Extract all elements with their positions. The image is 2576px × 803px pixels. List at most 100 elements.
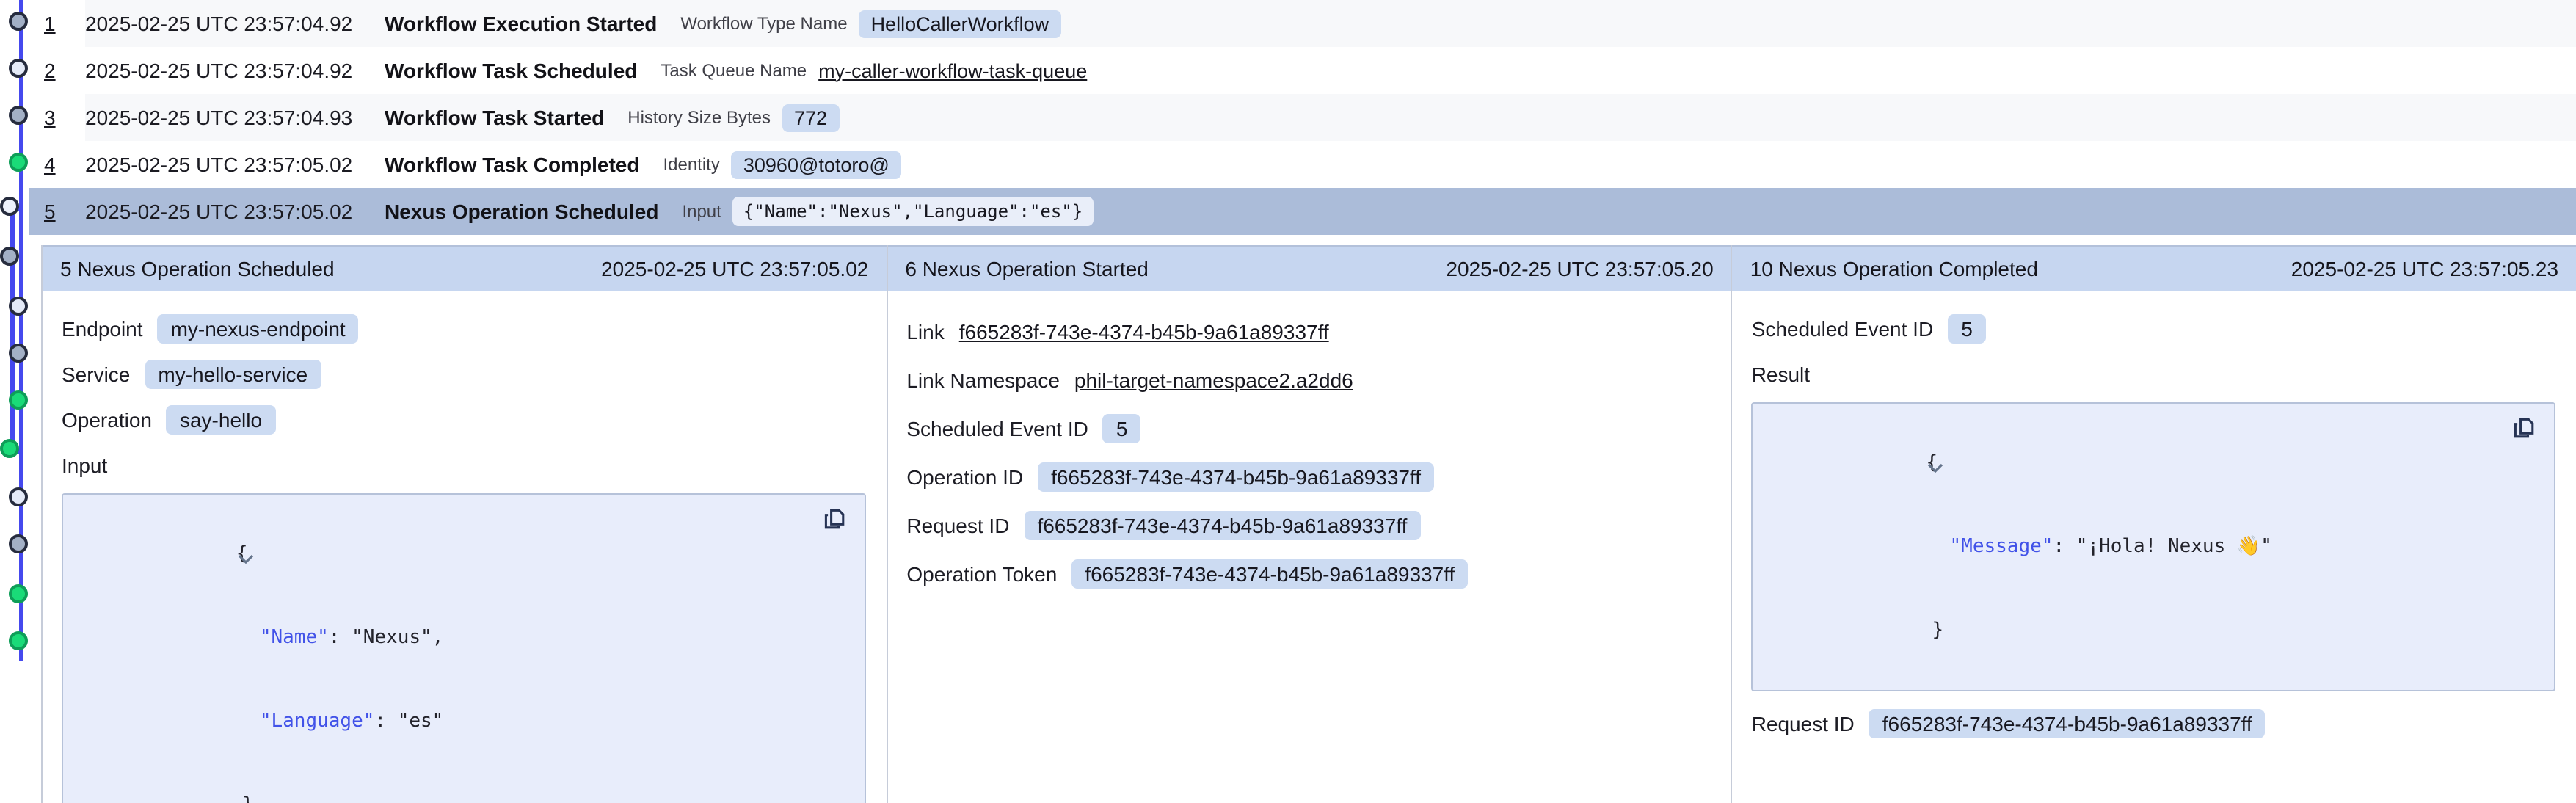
- event-row-main: 2025-02-25 UTC 23:57:05.02 Workflow Task…: [85, 141, 2576, 188]
- event-name: Workflow Execution Started: [385, 12, 657, 35]
- panel-title: 6 Nexus Operation Started: [905, 257, 1149, 280]
- event-id-link[interactable]: 1: [44, 12, 56, 35]
- event-row-5-selected[interactable]: 5 2025-02-25 UTC 23:57:05.02 Nexus Opera…: [29, 188, 2576, 235]
- event-name: Workflow Task Started: [385, 106, 604, 129]
- json-line: }: [1753, 589, 2495, 672]
- field-value-badge: f665283f-743e-4374-b45b-9a61a89337ff: [1038, 462, 1434, 491]
- link-value-link[interactable]: f665283f-743e-4374-b45b-9a61a89337ff: [959, 319, 1329, 343]
- field-endpoint: Endpoint my-nexus-endpoint: [62, 311, 865, 345]
- json-value: "Nexus",: [352, 627, 443, 649]
- event-row-main: 2025-02-25 UTC 23:57:04.92 Workflow Task…: [85, 47, 2576, 94]
- event-row-2[interactable]: 2 2025-02-25 UTC 23:57:04.92 Workflow Ta…: [29, 47, 2576, 94]
- link-namespace-link[interactable]: phil-target-namespace2.a2dd6: [1074, 368, 1353, 391]
- event-row-main: 2025-02-25 UTC 23:57:04.92 Workflow Exec…: [85, 0, 2576, 47]
- event-attr-label: Input: [682, 201, 721, 222]
- event-row-3[interactable]: 3 2025-02-25 UTC 23:57:04.93 Workflow Ta…: [29, 94, 2576, 141]
- field-label: Operation: [62, 407, 152, 431]
- field-label: Result: [1752, 362, 1810, 385]
- json-line: {: [1753, 421, 2495, 505]
- field-label: Input: [62, 453, 107, 476]
- json-line: "Message": "¡Hola! Nexus 👋": [1753, 505, 2495, 589]
- timeline-main-line: [18, 0, 23, 661]
- event-input-json-badge: {"Name":"Nexus","Language":"es"}: [733, 197, 1093, 226]
- field-service: Service my-hello-service: [62, 357, 865, 390]
- json-line: "Language": "es": [63, 680, 805, 763]
- field-result-label: Result: [1752, 357, 2555, 390]
- event-attr-label: History Size Bytes: [627, 107, 771, 128]
- event-id-link[interactable]: 5: [44, 200, 56, 223]
- event-timestamp: 2025-02-25 UTC 23:57:04.92: [85, 12, 385, 35]
- event-id-link[interactable]: 4: [44, 153, 56, 176]
- field-value-badge: 5: [1103, 413, 1141, 443]
- field-operation: Operation say-hello: [62, 402, 865, 436]
- timeline-dot: [8, 343, 27, 362]
- event-row-1[interactable]: 1 2025-02-25 UTC 23:57:04.92 Workflow Ex…: [29, 0, 2576, 47]
- json-key: "Name": [260, 627, 329, 649]
- timeline-dot: [8, 631, 27, 650]
- field-label: Scheduled Event ID: [906, 416, 1088, 440]
- timeline-dot: [8, 534, 27, 553]
- json-line: "Name": "Nexus",: [63, 596, 805, 680]
- copy-icon[interactable]: [820, 506, 849, 536]
- chevron-down-icon[interactable]: [76, 518, 92, 530]
- copy-icon[interactable]: [2510, 415, 2539, 445]
- field-label: Endpoint: [62, 316, 143, 340]
- timeline-dot: [8, 487, 27, 506]
- json-close-brace: }: [242, 794, 254, 803]
- event-id-link[interactable]: 2: [44, 59, 56, 82]
- timeline-dot-event-2: [8, 58, 27, 77]
- timeline-dot: [8, 296, 27, 315]
- task-queue-link[interactable]: my-caller-workflow-task-queue: [818, 59, 1087, 81]
- event-attr-value-badge: HelloCallerWorkflow: [859, 10, 1061, 37]
- timeline-dot-event-5: [0, 196, 18, 215]
- json-value: "es": [398, 711, 444, 733]
- panel-nexus-operation-completed: 10 Nexus Operation Completed 2025-02-25 …: [1731, 245, 2576, 803]
- timeline-dot: [0, 246, 18, 265]
- field-label: Service: [62, 362, 130, 385]
- field-value-badge: say-hello: [167, 404, 275, 434]
- chevron-down-icon[interactable]: [1767, 427, 1783, 439]
- event-timestamp: 2025-02-25 UTC 23:57:04.93: [85, 106, 385, 129]
- panel-body: Link f665283f-743e-4374-b45b-9a61a89337f…: [887, 291, 1731, 605]
- field-link-namespace: Link Namespace phil-target-namespace2.a2…: [906, 363, 1710, 396]
- field-label: Scheduled Event ID: [1752, 316, 1934, 340]
- json-colon: :: [2053, 536, 2075, 558]
- event-timeline-rail: [0, 0, 41, 803]
- field-request-id: Request ID f665283f-743e-4374-b45b-9a61a…: [1752, 706, 2555, 740]
- timeline-dot-event-3: [8, 105, 27, 124]
- panel-timestamp: 2025-02-25 UTC 23:57:05.02: [601, 257, 868, 280]
- event-timestamp: 2025-02-25 UTC 23:57:05.02: [85, 200, 385, 223]
- field-scheduled-event-id: Scheduled Event ID 5: [1752, 311, 2555, 345]
- field-label: Operation Token: [906, 562, 1057, 585]
- field-link: Link f665283f-743e-4374-b45b-9a61a89337f…: [906, 314, 1710, 348]
- input-json-code-block: { "Name": "Nexus", "Language": "es" }: [62, 493, 865, 803]
- json-line: }: [63, 763, 805, 803]
- timeline-dot: [8, 390, 27, 409]
- json-key: "Language": [260, 711, 375, 733]
- field-request-id: Request ID f665283f-743e-4374-b45b-9a61a…: [906, 508, 1710, 542]
- panel-title: 10 Nexus Operation Completed: [1750, 257, 2038, 280]
- field-label: Request ID: [906, 513, 1009, 537]
- field-value-badge: 5: [1948, 313, 1986, 343]
- timeline-dot: [8, 584, 27, 603]
- field-scheduled-event-id: Scheduled Event ID 5: [906, 411, 1710, 445]
- field-value-badge: f665283f-743e-4374-b45b-9a61a89337ff: [1071, 559, 1468, 588]
- panel-body: Endpoint my-nexus-endpoint Service my-he…: [43, 291, 886, 803]
- field-label: Request ID: [1752, 711, 1855, 735]
- json-colon: :: [329, 627, 352, 649]
- event-row-4[interactable]: 4 2025-02-25 UTC 23:57:05.02 Workflow Ta…: [29, 141, 2576, 188]
- json-colon: :: [374, 711, 397, 733]
- field-value-badge: my-hello-service: [145, 359, 321, 388]
- panel-timestamp: 2025-02-25 UTC 23:57:05.23: [2291, 257, 2558, 280]
- rows-panels-divider: [0, 235, 2576, 245]
- event-row-main: 2025-02-25 UTC 23:57:04.93 Workflow Task…: [85, 94, 2576, 141]
- field-operation-id: Operation ID f665283f-743e-4374-b45b-9a6…: [906, 459, 1710, 493]
- event-id-link[interactable]: 3: [44, 106, 56, 129]
- event-timestamp: 2025-02-25 UTC 23:57:05.02: [85, 153, 385, 176]
- event-timestamp: 2025-02-25 UTC 23:57:04.92: [85, 59, 385, 82]
- json-value: "¡Hola! Nexus 👋": [2076, 536, 2272, 558]
- panel-body: Scheduled Event ID 5 Result: [1733, 291, 2576, 752]
- panel-timestamp: 2025-02-25 UTC 23:57:05.20: [1446, 257, 1713, 280]
- event-attr-label: Workflow Type Name: [680, 13, 847, 34]
- event-attr-value-badge: 30960@totoro@: [732, 150, 901, 178]
